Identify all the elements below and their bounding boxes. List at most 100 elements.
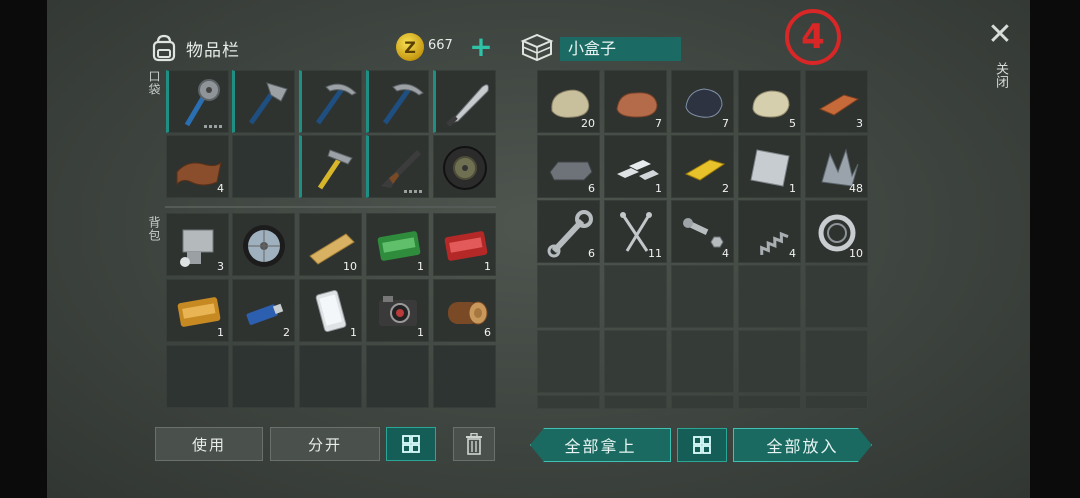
pickaxe-icon xyxy=(315,83,357,125)
inventory-slot[interactable] xyxy=(366,135,429,198)
container-title: 小盒子 xyxy=(560,37,681,61)
close-label: 关闭 xyxy=(993,62,1008,88)
item-count: 1 xyxy=(417,260,424,273)
inventory-slot[interactable]: 1 xyxy=(366,279,429,342)
item-count: 48 xyxy=(849,182,863,195)
split-button[interactable]: 分开 xyxy=(270,427,380,461)
durability-dots xyxy=(404,190,422,193)
box-icon xyxy=(520,33,554,62)
coin-count: 667 xyxy=(428,38,453,53)
sort-grid-button[interactable] xyxy=(386,427,436,461)
item-count: 5 xyxy=(789,117,796,130)
inventory-slot[interactable]: 4 xyxy=(738,200,801,263)
pickaxe-icon xyxy=(382,83,424,125)
saw-mace-icon xyxy=(184,79,220,127)
item-count: 6 xyxy=(588,247,595,260)
inventory-slot[interactable]: 11 xyxy=(604,200,667,263)
inventory-slot[interactable]: 6 xyxy=(537,200,600,263)
item-count: 3 xyxy=(856,117,863,130)
inventory-slot[interactable]: 2 xyxy=(671,135,734,198)
inventory-slot[interactable]: 48 xyxy=(805,135,868,198)
item-count: 7 xyxy=(722,117,729,130)
empty-slot[interactable] xyxy=(805,330,868,393)
inventory-slot[interactable]: 5 xyxy=(738,70,801,133)
empty-slot[interactable] xyxy=(604,265,667,328)
backpack-icon xyxy=(152,34,176,62)
empty-slot[interactable] xyxy=(738,395,801,409)
empty-slot[interactable] xyxy=(232,345,295,408)
inventory-slot[interactable] xyxy=(299,135,362,198)
inventory-slot[interactable]: 4 xyxy=(671,200,734,263)
item-count: 11 xyxy=(648,247,662,260)
empty-slot[interactable] xyxy=(232,135,295,198)
inventory-slot[interactable]: 1 xyxy=(299,279,362,342)
inventory-slot[interactable] xyxy=(299,70,362,133)
empty-slot[interactable] xyxy=(604,330,667,393)
inventory-slot[interactable]: 1 xyxy=(433,213,496,276)
empty-slot[interactable] xyxy=(671,265,734,328)
inventory-slot[interactable] xyxy=(433,135,496,198)
inventory-slot[interactable] xyxy=(232,70,295,133)
item-count: 4 xyxy=(217,182,224,195)
inventory-slot[interactable] xyxy=(232,213,295,276)
put-all-button[interactable]: 全部放入 xyxy=(733,428,872,462)
grid-icon xyxy=(402,435,420,453)
empty-slot[interactable] xyxy=(299,345,362,408)
inventory-slot[interactable]: 1 xyxy=(166,279,229,342)
right-bezel xyxy=(1030,0,1080,498)
empty-slot[interactable] xyxy=(671,330,734,393)
empty-slot[interactable] xyxy=(166,345,229,408)
inventory-slot[interactable]: 7 xyxy=(604,70,667,133)
backpack-label: 背包 xyxy=(147,216,161,242)
item-count: 7 xyxy=(655,117,662,130)
take-all-button[interactable]: 全部拿上 xyxy=(530,428,671,462)
shotgun-icon xyxy=(381,150,421,188)
hatchet-icon xyxy=(248,82,288,125)
item-count: 6 xyxy=(588,182,595,195)
inventory-slot[interactable]: 3 xyxy=(805,70,868,133)
empty-slot[interactable] xyxy=(433,345,496,408)
pocket-backpack-divider xyxy=(165,206,496,208)
inventory-slot[interactable]: 1 xyxy=(604,135,667,198)
inventory-slot[interactable]: 6 xyxy=(537,135,600,198)
inventory-slot[interactable]: 7 xyxy=(671,70,734,133)
inventory-slot[interactable]: 3 xyxy=(166,213,229,276)
inventory-slot[interactable]: 10 xyxy=(805,200,868,263)
empty-slot[interactable] xyxy=(537,330,600,393)
inventory-slot[interactable] xyxy=(366,70,429,133)
pocket-label: 口袋 xyxy=(147,70,161,96)
inventory-slot[interactable] xyxy=(433,70,496,133)
empty-slot[interactable] xyxy=(805,395,868,409)
durability-dots xyxy=(204,125,222,128)
empty-slot[interactable] xyxy=(805,265,868,328)
empty-slot[interactable] xyxy=(537,265,600,328)
empty-slot[interactable] xyxy=(537,395,600,409)
tire-disc-icon xyxy=(443,146,487,190)
empty-slot[interactable] xyxy=(671,395,734,409)
item-count: 1 xyxy=(655,182,662,195)
gold-coin-icon: Z xyxy=(396,33,424,61)
step-marker: 4 xyxy=(785,9,841,65)
inventory-slot[interactable]: 1 xyxy=(738,135,801,198)
inventory-slot[interactable]: 20 xyxy=(537,70,600,133)
box-sort-grid-button[interactable] xyxy=(677,428,727,462)
empty-slot[interactable] xyxy=(366,345,429,408)
item-count: 3 xyxy=(217,260,224,273)
use-button[interactable]: 使用 xyxy=(155,427,263,461)
item-count: 4 xyxy=(789,247,796,260)
close-button[interactable]: ✕ xyxy=(985,20,1015,50)
add-coins-button[interactable]: + xyxy=(467,33,495,61)
item-count: 1 xyxy=(417,326,424,339)
item-count: 10 xyxy=(849,247,863,260)
inventory-slot[interactable] xyxy=(166,70,229,133)
inventory-slot[interactable]: 10 xyxy=(299,213,362,276)
inventory-slot[interactable]: 1 xyxy=(366,213,429,276)
left-bezel xyxy=(0,0,47,498)
trash-button[interactable] xyxy=(453,427,495,461)
inventory-slot[interactable]: 4 xyxy=(166,135,229,198)
empty-slot[interactable] xyxy=(738,265,801,328)
inventory-slot[interactable]: 2 xyxy=(232,279,295,342)
empty-slot[interactable] xyxy=(738,330,801,393)
empty-slot[interactable] xyxy=(604,395,667,409)
inventory-slot[interactable]: 6 xyxy=(433,279,496,342)
